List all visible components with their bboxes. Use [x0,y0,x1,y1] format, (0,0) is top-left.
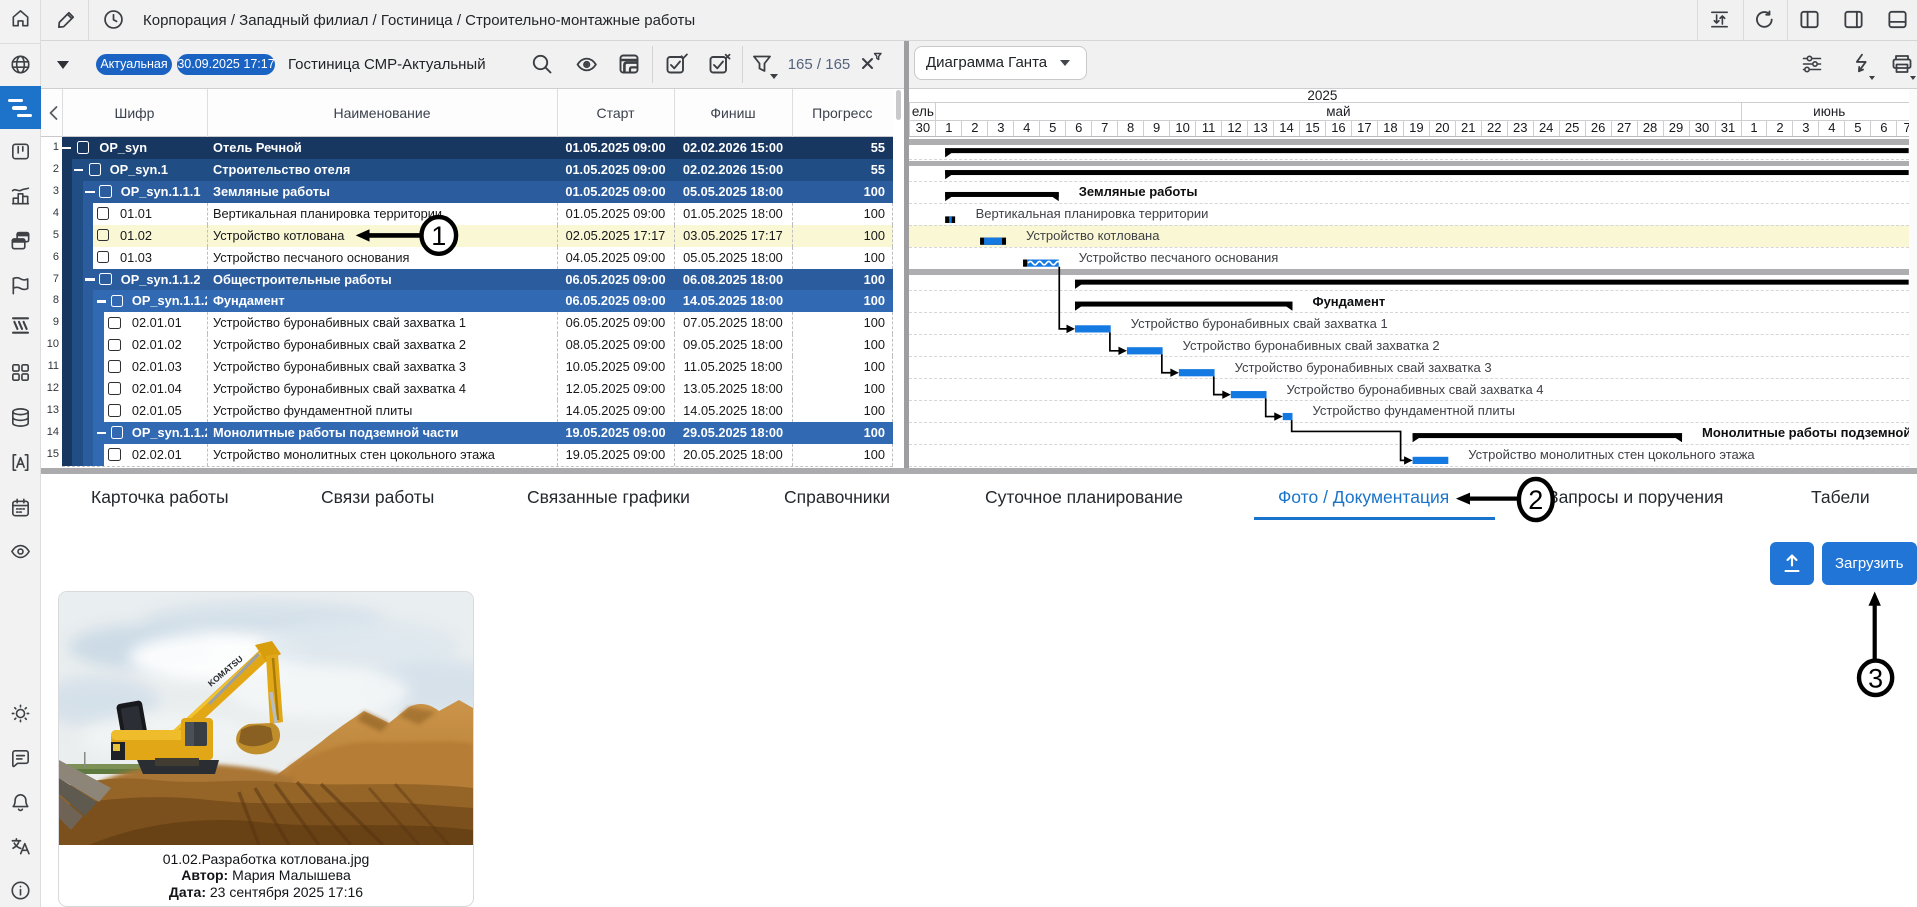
svg-text:3: 3 [1868,664,1883,694]
svg-text:1: 1 [431,221,446,251]
svg-text:2: 2 [1528,485,1543,515]
